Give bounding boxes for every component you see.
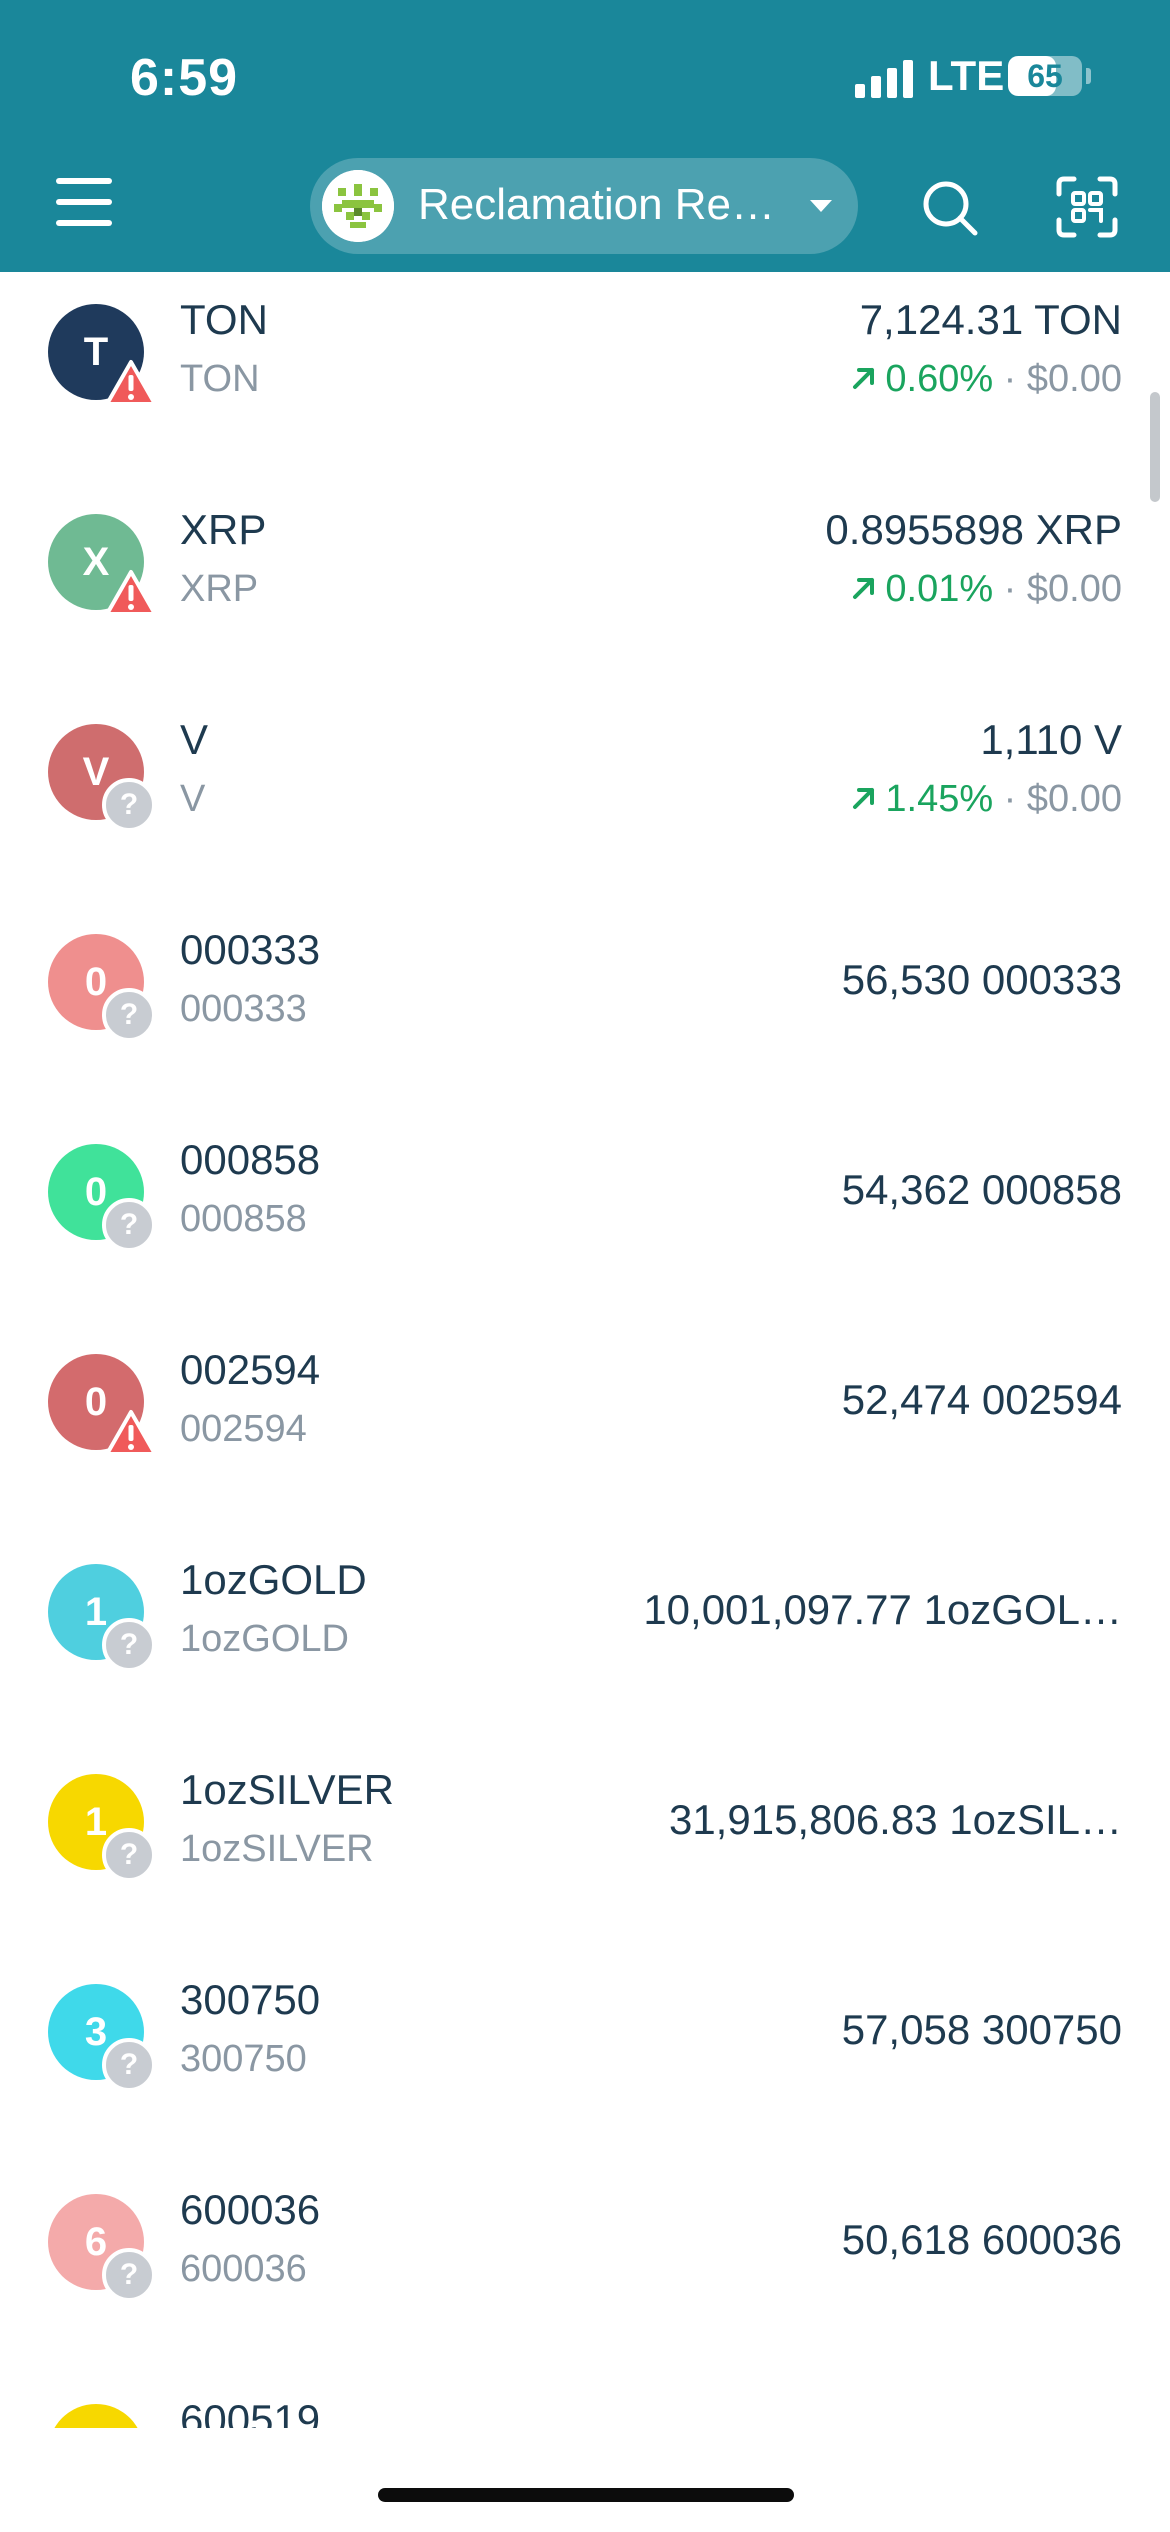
token-list[interactable]: T TON TON 7,124.31 TON 0.60% · $0.00 X XRP XRP 0… <box>0 272 1170 2428</box>
token-row[interactable]: 0? 000333 000333 56,530 000333 <box>0 902 1170 1112</box>
token-balance: 57,058 300750 <box>841 2006 1122 2053</box>
token-row[interactable]: V? V V 1,110 V 1.45% · $0.00 <box>0 692 1170 902</box>
token-row[interactable]: 1? 1ozSILVER 1ozSILVER 31,915,806.83 1ozSIL… <box>0 1742 1170 1952</box>
token-balance: 1,110 V <box>980 716 1122 763</box>
token-symbol: XRP <box>180 568 259 610</box>
price-change: 0.60% · $0.00 <box>849 358 1122 401</box>
account-avatar-icon <box>322 170 394 242</box>
scrollbar[interactable] <box>1150 392 1160 502</box>
token-name: 1ozGOLD <box>180 1556 367 1603</box>
token-balance: 7,124.31 TON <box>859 296 1122 343</box>
token-name: 1ozSILVER <box>180 1766 394 1813</box>
warning-icon <box>104 568 158 618</box>
token-row[interactable]: 6? 600036 600036 50,618 600036 <box>0 2162 1170 2372</box>
token-row[interactable]: 1? 1ozGOLD 1ozGOLD 10,001,097.77 1ozGOL… <box>0 1532 1170 1742</box>
token-balance: 50,618 600036 <box>841 2216 1122 2263</box>
change-percent: 1.45% <box>885 778 994 820</box>
battery-level: 65 <box>1027 58 1063 94</box>
token-row[interactable]: 600519 <box>0 2372 1170 2428</box>
account-name: Reclamation Re… <box>418 180 776 229</box>
token-row[interactable]: 0 002594 002594 52,474 002594 <box>0 1322 1170 1532</box>
unknown-token-icon: ? <box>102 988 156 1042</box>
token-avatar <box>48 2404 144 2428</box>
token-row[interactable]: 0? 000858 000858 54,362 000858 <box>0 1112 1170 1322</box>
network-type: LTE <box>928 52 1005 99</box>
search-icon[interactable] <box>920 178 980 238</box>
unknown-token-icon: ? <box>102 2038 156 2092</box>
token-balance: 31,915,806.83 1ozSIL… <box>668 1796 1122 1843</box>
unknown-token-icon: ? <box>102 1198 156 1252</box>
unknown-token-icon: ? <box>102 1618 156 1672</box>
fiat-value: $0.00 <box>1026 568 1122 610</box>
warning-icon <box>104 358 158 408</box>
change-percent: 0.60% <box>885 358 994 400</box>
token-symbol: TON <box>180 358 260 400</box>
cellular-signal-icon <box>855 58 913 98</box>
token-name: 600036 <box>180 2186 321 2233</box>
separator-dot: · <box>993 568 1027 610</box>
status-time: 6:59 <box>130 49 239 107</box>
token-symbol: 000333 <box>180 988 307 1030</box>
token-balance: 54,362 000858 <box>841 1166 1122 1213</box>
unknown-token-icon: ? <box>102 2248 156 2302</box>
trend-up-icon <box>849 778 885 820</box>
token-name: TON <box>180 296 268 343</box>
fiat-value: $0.00 <box>1026 358 1122 400</box>
trend-up-icon <box>849 568 885 610</box>
fiat-value: $0.00 <box>1026 778 1122 820</box>
token-name: 002594 <box>180 1346 321 1393</box>
battery-icon: 65 <box>1008 56 1082 96</box>
token-symbol: V <box>180 778 206 820</box>
chevron-down-icon <box>810 200 832 212</box>
token-symbol: 1ozGOLD <box>180 1618 349 1660</box>
token-symbol: 002594 <box>180 1408 307 1450</box>
token-symbol: 300750 <box>180 2038 307 2080</box>
trend-up-icon <box>849 358 885 400</box>
token-name: 300750 <box>180 1976 321 2023</box>
warning-icon <box>104 1408 158 1458</box>
token-name: 000858 <box>180 1136 321 1183</box>
token-row[interactable]: T TON TON 7,124.31 TON 0.60% · $0.00 <box>0 272 1170 482</box>
change-percent: 0.01% <box>885 568 994 610</box>
home-indicator <box>378 2488 794 2502</box>
price-change: 0.01% · $0.00 <box>849 568 1122 611</box>
token-name: V <box>180 716 209 763</box>
token-name: XRP <box>180 506 267 553</box>
token-symbol: 600036 <box>180 2248 307 2290</box>
token-row[interactable]: X XRP XRP 0.8955898 XRP 0.01% · $0.00 <box>0 482 1170 692</box>
token-symbol: 000858 <box>180 1198 307 1240</box>
qr-scan-icon[interactable] <box>1056 176 1118 238</box>
token-symbol: 1ozSILVER <box>180 1828 374 1870</box>
token-balance: 10,001,097.77 1ozGOL… <box>643 1586 1122 1633</box>
token-balance: 0.8955898 XRP <box>825 506 1122 553</box>
token-row[interactable]: 3? 300750 300750 57,058 300750 <box>0 1952 1170 2162</box>
token-balance: 56,530 000333 <box>841 956 1122 1003</box>
hamburger-menu-icon[interactable] <box>56 178 112 226</box>
token-name: 600519 <box>180 2396 321 2428</box>
separator-dot: · <box>993 358 1027 400</box>
unknown-token-icon: ? <box>102 1828 156 1882</box>
battery-tip <box>1086 68 1091 84</box>
account-selector[interactable]: Reclamation Re… <box>310 158 858 254</box>
unknown-token-icon: ? <box>102 778 156 832</box>
top-bar: 6:59 LTE 65 Reclamation Re… <box>0 0 1170 272</box>
token-balance: 52,474 002594 <box>841 1376 1122 1423</box>
separator-dot: · <box>993 778 1027 820</box>
price-change: 1.45% · $0.00 <box>849 778 1122 821</box>
token-name: 000333 <box>180 926 321 973</box>
